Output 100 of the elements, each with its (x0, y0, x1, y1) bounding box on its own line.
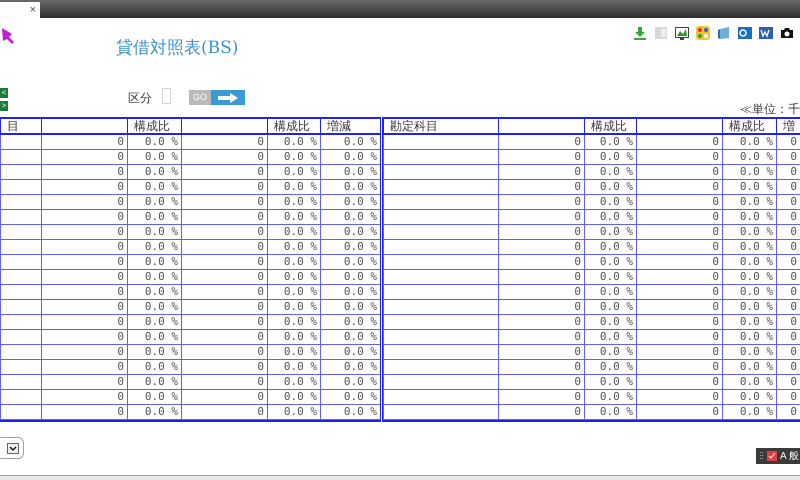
table-cell: 0 (257, 360, 264, 373)
table-cell: 0 (257, 345, 264, 358)
table-cell: 0.0 % (344, 300, 377, 313)
table-cell: 0 (117, 165, 124, 178)
table-cell: 0 (117, 285, 124, 298)
table-cell: 0.0 % (740, 300, 773, 313)
table-cell: 0 (790, 315, 797, 328)
table-cell: 0 (257, 330, 264, 343)
document-app-icon[interactable] (759, 26, 773, 40)
table-cell: 0 (712, 345, 719, 358)
table-cell: 0.0 % (344, 210, 377, 223)
table-cell: 0.0 % (600, 255, 633, 268)
table-cell: 0 (257, 390, 264, 403)
table-cell: 0 (790, 345, 797, 358)
table-cell: 0.0 % (144, 345, 178, 358)
table-cell: 0 (117, 240, 124, 253)
table-cell: 0 (117, 390, 124, 403)
table-cell: 0 (790, 255, 797, 268)
table-cell: 0.0 % (600, 405, 633, 418)
category-field[interactable] (162, 88, 171, 104)
table-cell: 0.0 % (740, 405, 773, 418)
table-cell: 0 (117, 405, 124, 418)
table-cell: 0 (257, 315, 264, 328)
table-cell: 0.0 % (284, 270, 317, 283)
table-cell: 0.0 % (344, 405, 377, 418)
column-header: 増 (783, 119, 795, 132)
table-cell: 0.0 % (344, 390, 377, 403)
table-cell: 0 (712, 150, 719, 163)
table-cell: 0.0 % (600, 345, 633, 358)
table-cell: 0 (574, 360, 581, 373)
table-cell: 0 (574, 375, 581, 388)
table-cell: 0 (712, 165, 719, 178)
table-cell: 0.0 % (600, 270, 633, 283)
table-cell: 0.0 % (600, 225, 633, 238)
table-cell: 0.0 % (344, 255, 377, 268)
table-cell: 0 (257, 150, 264, 163)
table-cell: 0 (574, 240, 581, 253)
table-cell: 0.0 % (740, 345, 773, 358)
table-cell: 0 (257, 270, 264, 283)
table-cell: 0.0 % (344, 360, 377, 373)
table-cell: 0.0 % (600, 135, 633, 148)
table-cell: 0 (117, 375, 124, 388)
table-cell: 0 (712, 210, 719, 223)
camera-icon[interactable] (780, 26, 794, 40)
table-cell: 0.0 % (144, 150, 178, 163)
table-cell: 0.0 % (284, 150, 317, 163)
table-cell: 0.0 % (344, 180, 377, 193)
close-icon[interactable]: × (30, 4, 36, 16)
table-cell: 0 (257, 180, 264, 193)
notepad-icon[interactable] (717, 26, 731, 40)
table-cell: 0 (574, 270, 581, 283)
previous-button[interactable]: < (0, 88, 8, 98)
column-header: 目 (7, 119, 19, 132)
table-cell: 0.0 % (144, 315, 178, 328)
browser-tab[interactable]: × (0, 2, 40, 18)
table-cell: 0.0 % (284, 210, 317, 223)
table-cell: 0.0 % (144, 390, 178, 403)
table-cell: 0 (117, 315, 124, 328)
table-cell: 0.0 % (144, 270, 178, 283)
table-cell: 0 (712, 285, 719, 298)
table-cell: 0.0 % (284, 390, 317, 403)
chart-icon[interactable] (675, 26, 689, 40)
mail-app-icon[interactable] (738, 26, 752, 40)
chevron-down-icon (7, 442, 19, 454)
table-cell: 0 (574, 150, 581, 163)
table-cell: 0.0 % (740, 135, 773, 148)
download-icon[interactable] (633, 26, 647, 40)
palette-icon[interactable] (696, 26, 710, 40)
table-cell: 0 (117, 135, 124, 148)
table-cell: 0.0 % (344, 135, 377, 148)
table-cell: 0 (712, 390, 719, 403)
table-cell: 0.0 % (740, 150, 773, 163)
table-cell: 0 (574, 195, 581, 208)
table-cell: 0 (790, 330, 797, 343)
ime-toolbar[interactable]: A 般 (756, 448, 800, 464)
table-cell: 0 (712, 330, 719, 343)
table-cell: 0 (257, 405, 264, 418)
table-cell: 0.0 % (600, 165, 633, 178)
table-cell: 0.0 % (284, 360, 317, 373)
next-button[interactable]: > (0, 101, 8, 111)
table-cell: 0 (117, 345, 124, 358)
table-cell: 0.0 % (344, 165, 377, 178)
table-cell: 0.0 % (344, 330, 377, 343)
table-cell: 0 (117, 360, 124, 373)
table-cell: 0 (712, 240, 719, 253)
table-cell: 0 (790, 150, 797, 163)
table-cell: 0 (257, 300, 264, 313)
table-cell: 0.0 % (600, 240, 633, 253)
table-cell: 0 (117, 300, 124, 313)
table-cell: 0.0 % (740, 285, 773, 298)
page-size-select[interactable] (0, 437, 24, 459)
table-cell: 0.0 % (144, 285, 178, 298)
table-cell: 0 (574, 390, 581, 403)
column-header: 構成比 (729, 119, 765, 132)
table-cell: 0 (117, 270, 124, 283)
table-cell: 0.0 % (144, 240, 178, 253)
table-cell: 0.0 % (144, 360, 178, 373)
table-cell: 0 (574, 300, 581, 313)
table-cell: 0 (712, 195, 719, 208)
table-cell: 0 (790, 285, 797, 298)
